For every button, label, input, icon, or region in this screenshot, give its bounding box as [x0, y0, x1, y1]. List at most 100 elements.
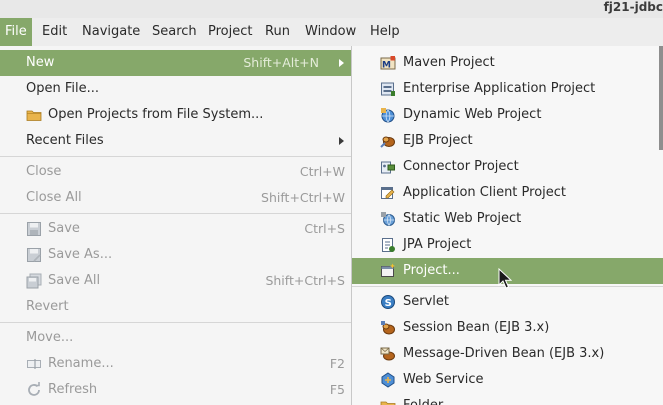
save-as-icon: [26, 247, 42, 263]
menu-item-label: Close All: [26, 190, 82, 205]
save-icon: [26, 221, 42, 237]
menu-item-refresh[interactable]: Refresh F5: [0, 377, 352, 403]
menu-item-label: New: [26, 55, 55, 70]
menu-item-label: Open Projects from File System...: [48, 107, 264, 122]
menu-item-rename[interactable]: Rename... F2: [0, 351, 352, 377]
menu-navigate[interactable]: Navigate: [77, 18, 145, 46]
menu-run[interactable]: Run: [260, 18, 295, 46]
menu-project[interactable]: Project: [203, 18, 257, 46]
submenu-item-ejb-project[interactable]: EJB Project: [352, 128, 663, 154]
folder-icon: [26, 107, 42, 123]
menu-item-label: Refresh: [48, 382, 98, 397]
enterprise-application-project-icon: [380, 81, 396, 97]
menu-separator: [0, 156, 352, 157]
menu-search[interactable]: Search: [147, 18, 202, 46]
menu-item-new[interactable]: New Shift+Alt+N: [0, 50, 352, 76]
menu-item-label: Save All: [48, 273, 101, 288]
menu-separator: [0, 322, 352, 323]
submenu-item-web-service[interactable]: Web Service: [352, 367, 663, 393]
submenu-item-enterprise-application-project[interactable]: Enterprise Application Project: [352, 76, 663, 102]
refresh-icon: [26, 382, 42, 398]
menu-item-shortcut: Shift+Alt+N: [243, 55, 319, 70]
submenu-item-session-bean[interactable]: Session Bean (EJB 3.x): [352, 315, 663, 341]
folder-icon: [380, 398, 396, 405]
file-menu: New Shift+Alt+N Open File... Open Projec…: [0, 46, 352, 405]
submenu-item-label: Application Client Project: [403, 185, 567, 200]
menu-item-open-file[interactable]: Open File...: [0, 76, 352, 102]
submenu-item-jpa-project[interactable]: JPA Project: [352, 232, 663, 258]
submenu-item-label: Static Web Project: [403, 211, 522, 226]
menu-item-shortcut: Shift+Ctrl+S: [265, 273, 345, 288]
submenu-item-folder[interactable]: Folder: [352, 393, 663, 405]
submenu-item-label: Dynamic Web Project: [403, 107, 542, 122]
window-title: fj21-jdbc: [603, 0, 663, 14]
menu-item-shortcut: F5: [329, 382, 345, 397]
submenu-item-message-driven-bean[interactable]: Message-Driven Bean (EJB 3.x): [352, 341, 663, 367]
submenu-item-label: Message-Driven Bean (EJB 3.x): [403, 346, 605, 361]
menu-item-shortcut: Ctrl+W: [299, 164, 345, 179]
submenu-item-label: JPA Project: [403, 237, 472, 252]
menu-item-shortcut: Shift+Ctrl+W: [261, 190, 345, 205]
menu-file[interactable]: File: [0, 18, 32, 46]
rename-icon: [26, 356, 42, 372]
submenu-scrollbar[interactable]: [659, 46, 663, 150]
menu-item-save-as[interactable]: Save As...: [0, 242, 352, 268]
menu-item-save[interactable]: Save Ctrl+S: [0, 216, 352, 242]
menu-item-save-all[interactable]: Save All Shift+Ctrl+S: [0, 268, 352, 294]
menu-item-label: Save: [48, 221, 80, 236]
submenu-item-label: Project...: [403, 263, 460, 278]
svg-text:S: S: [385, 298, 392, 309]
submenu-item-label: Servlet: [403, 294, 449, 309]
menu-bar: File Edit Navigate Search Project Run Wi…: [0, 18, 663, 46]
application-client-project-icon: [380, 185, 396, 201]
menu-item-label: Close: [26, 164, 62, 179]
ejb-project-icon: [380, 133, 396, 149]
menu-edit[interactable]: Edit: [37, 18, 72, 46]
menu-item-revert[interactable]: Revert: [0, 294, 352, 320]
svg-text:M: M: [382, 61, 391, 71]
connector-project-icon: [380, 159, 396, 175]
message-driven-bean-icon: [380, 346, 396, 362]
static-web-project-icon: [380, 211, 396, 227]
menu-item-shortcut: F2: [329, 356, 345, 371]
project-icon: [380, 263, 396, 279]
menu-item-close[interactable]: Close Ctrl+W: [0, 159, 352, 185]
menu-item-open-projects[interactable]: Open Projects from File System...: [0, 102, 352, 128]
menu-item-label: Open File...: [26, 81, 100, 96]
menu-item-label: Revert: [26, 299, 69, 314]
menu-item-recent-files[interactable]: Recent Files: [0, 128, 352, 154]
submenu-item-label: Enterprise Application Project: [403, 81, 596, 96]
submenu-item-servlet[interactable]: S Servlet: [352, 289, 663, 315]
submenu-item-connector-project[interactable]: Connector Project: [352, 154, 663, 180]
menu-item-label: Move...: [26, 330, 74, 345]
menu-item-label: Save As...: [48, 247, 113, 262]
servlet-icon: S: [380, 294, 396, 310]
submenu-item-label: Folder: [403, 393, 443, 405]
menu-item-close-all[interactable]: Close All Shift+Ctrl+W: [0, 185, 352, 211]
mouse-pointer-icon: [498, 268, 512, 289]
title-bar: fj21-jdbc: [0, 0, 663, 18]
menu-window[interactable]: Window: [300, 18, 361, 46]
submenu-arrow-icon: [339, 137, 344, 145]
submenu-item-label: Session Bean (EJB 3.x): [403, 320, 550, 335]
submenu-arrow-icon: [339, 59, 344, 67]
menu-item-move[interactable]: Move...: [0, 325, 352, 351]
submenu-item-static-web-project[interactable]: Static Web Project: [352, 206, 663, 232]
web-service-icon: [380, 372, 396, 388]
session-bean-icon: [380, 320, 396, 336]
submenu-item-dynamic-web-project[interactable]: Dynamic Web Project: [352, 102, 663, 128]
menu-item-label: Rename...: [48, 356, 114, 371]
submenu-item-maven-project[interactable]: M Maven Project: [352, 50, 663, 76]
menu-separator: [0, 213, 352, 214]
new-submenu: M Maven Project Enterprise Application P…: [351, 46, 663, 405]
submenu-item-label: Maven Project: [403, 55, 495, 70]
save-all-icon: [26, 273, 42, 289]
submenu-item-application-client-project[interactable]: Application Client Project: [352, 180, 663, 206]
maven-project-icon: M: [380, 55, 396, 71]
menu-item-shortcut: Ctrl+S: [304, 221, 345, 236]
submenu-item-label: EJB Project: [403, 133, 473, 148]
submenu-item-label: Connector Project: [403, 159, 519, 174]
jpa-project-icon: [380, 237, 396, 253]
menu-help[interactable]: Help: [365, 18, 405, 46]
menu-item-label: Recent Files: [26, 133, 104, 148]
